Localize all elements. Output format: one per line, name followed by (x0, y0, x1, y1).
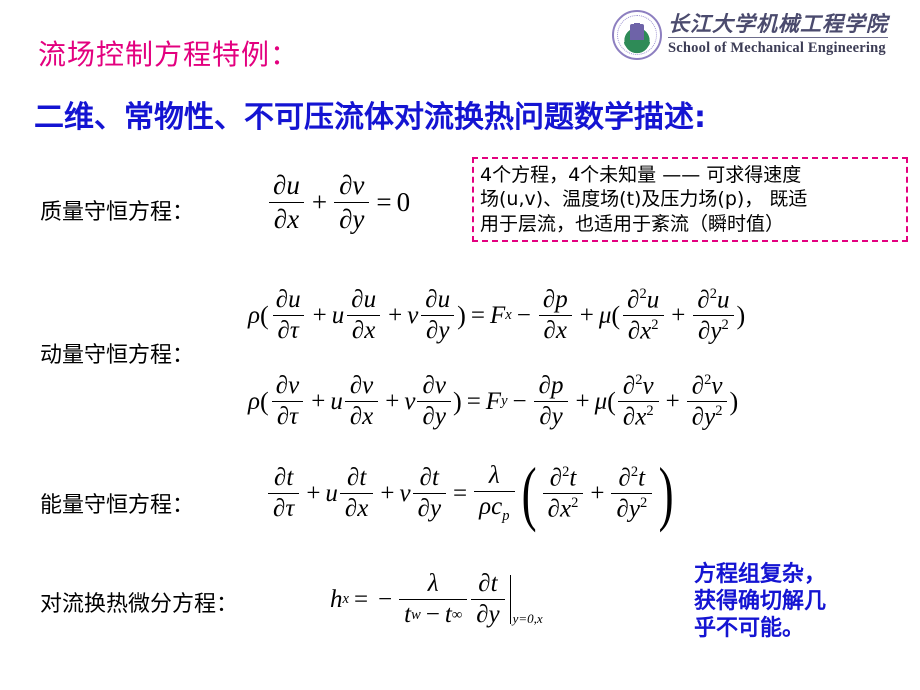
note-line-1: 4个方程，4个未知量 —— 可求得速度 (480, 164, 802, 186)
partial-u-partial-x: ∂u ∂x (268, 170, 305, 235)
seal-ring-decoration (617, 15, 657, 55)
conclusion-line-3: 乎不可能。 (694, 615, 805, 641)
university-seal-icon (612, 10, 662, 60)
x-momentum-equation: ρ ( ∂u ∂τ + u ∂u ∂x + v ∂u ∂y ) = F x − … (248, 286, 745, 346)
partial-v-partial-x: ∂v ∂x (344, 372, 379, 431)
zero-value: 0 (396, 187, 411, 217)
mu-symbol: μ (594, 387, 608, 415)
minus-operator: − (516, 301, 531, 329)
label-momentum-conservation: 动量守恒方程： (40, 343, 195, 368)
close-paren: ) (457, 300, 466, 330)
note-line-2: 场(u,v)、温度场(t)及压力场(p)， 既适 (480, 188, 808, 211)
equals-operator: = (453, 479, 468, 507)
partial-v-partial-y: ∂v ∂y (417, 372, 451, 431)
plus-operator-1: + (312, 301, 327, 329)
open-paren-2: ( (611, 300, 621, 330)
partial-t-partial-y: ∂t ∂y (471, 570, 505, 629)
second-partial-t-x: ∂2t ∂x2 (542, 464, 584, 524)
equals-operator: = (376, 187, 392, 217)
plus-operator: + (311, 187, 328, 217)
second-partial-v-x: ∂2v ∂x2 (617, 372, 659, 432)
institution-name-block: 长江大学机械工程学院 School of Mechanical Engineer… (668, 14, 888, 56)
continuity-equation: ∂u ∂x + ∂v ∂y = 0 (266, 170, 410, 235)
second-partial-u-x: ∂2u ∂x2 (622, 286, 664, 346)
u-coefficient: u (325, 479, 338, 507)
u-coefficient: u (331, 301, 345, 329)
evaluation-subscript: y=0,x (512, 611, 543, 626)
rho-symbol: ρ (248, 301, 260, 329)
partial-u-partial-x: ∂u ∂x (346, 286, 381, 345)
conclusion-line-1: 方程组复杂， (694, 562, 827, 587)
close-big-paren: ) (658, 452, 674, 534)
rho-symbol: ρ (248, 387, 260, 415)
plus-operator-4: + (665, 387, 680, 415)
partial-t-partial-tau: ∂t ∂τ (268, 464, 300, 523)
institution-name-cn: 长江大学机械工程学院 (668, 12, 888, 39)
evaluation-bar (509, 575, 511, 624)
institution-logo: 长江大学机械工程学院 School of Mechanical Engineer… (612, 10, 888, 60)
v-coefficient: v (407, 301, 419, 329)
y-momentum-equation: ρ ( ∂v ∂τ + u ∂v ∂x + v ∂v ∂y ) = F y − … (248, 372, 738, 432)
energy-equation: ∂t ∂τ + u ∂t ∂x + v ∂t ∂y = λ ρcp ( ∂2t … (266, 452, 678, 534)
slide-title-secondary: 二维、常物性、不可压流体对流换热问题数学描述: (34, 100, 706, 135)
close-paren-2: ) (736, 300, 746, 330)
minus-operator: − (512, 387, 527, 415)
partial-v-partial-y: ∂v ∂y (334, 170, 370, 235)
open-paren: ( (260, 300, 269, 330)
open-paren: ( (260, 386, 269, 416)
close-paren-2: ) (729, 386, 739, 416)
body-force-y: F y (485, 387, 508, 415)
local-heat-transfer-coefficient: h x (330, 585, 349, 613)
plus-operator-2: + (385, 387, 400, 415)
plus-operator-3: + (590, 479, 605, 507)
conclusion-line-2: 获得确切解几 (694, 588, 827, 614)
open-big-paren: ( (521, 452, 537, 534)
note-line-3: 用于层流，也适用于紊流（瞬时值） (480, 212, 785, 235)
plus-operator-2: + (388, 301, 403, 329)
partial-t-partial-y: ∂t ∂y (412, 464, 447, 523)
equals-operator: = (466, 387, 481, 415)
second-partial-v-y: ∂2v ∂y2 (686, 372, 728, 432)
label-mass-conservation: 质量守恒方程： (40, 200, 195, 225)
v-coefficient: v (404, 387, 416, 415)
partial-v-partial-tau: ∂v ∂τ (271, 372, 304, 431)
partial-u-partial-y: ∂u ∂y (420, 286, 455, 345)
plus-operator-4: + (671, 301, 686, 329)
label-convective-heat-transfer: 对流换热微分方程： (40, 592, 239, 617)
conclusion-note: 方程组复杂， 获得确切解几 乎不可能。 (694, 562, 826, 642)
plus-operator-1: + (311, 387, 326, 415)
equals-operator: = (353, 585, 369, 613)
convective-heat-transfer-equation: h x = − λ tw − t ∞ ∂t ∂y y=0,x (330, 570, 543, 629)
plus-operator-1: + (306, 479, 321, 507)
explanation-note-box: 4个方程，4个未知量 —— 可求得速度 场(u,v)、温度场(t)及压力场(p)… (472, 157, 908, 242)
u-coefficient: u (330, 387, 343, 415)
body-force-x: F x (490, 301, 512, 329)
label-energy-conservation: 能量守恒方程： (40, 493, 195, 518)
second-partial-t-y: ∂2t ∂y2 (611, 464, 653, 524)
partial-p-partial-y: ∂p ∂y (534, 372, 569, 431)
lambda-over-temperature-difference: λ tw − t ∞ (399, 570, 468, 629)
partial-p-partial-x: ∂p ∂x (538, 286, 573, 345)
open-paren-2: ( (607, 386, 616, 416)
lambda-over-rho-cp: λ ρcp (474, 462, 515, 525)
institution-name-en: School of Mechanical Engineering (668, 40, 886, 57)
slide-canvas: 长江大学机械工程学院 School of Mechanical Engineer… (0, 0, 920, 690)
v-coefficient: v (399, 479, 411, 507)
second-partial-u-y: ∂2u ∂y2 (692, 286, 734, 346)
plus-operator-3: + (575, 387, 590, 415)
close-paren: ) (452, 386, 462, 416)
plus-operator-2: + (380, 479, 395, 507)
slide-title-primary: 流场控制方程特例： (38, 38, 300, 71)
partial-t-partial-x: ∂t ∂x (339, 464, 374, 523)
minus-operator: − (378, 585, 393, 613)
equals-operator: = (470, 301, 486, 329)
plus-operator-3: + (579, 301, 594, 329)
mu-symbol: μ (598, 301, 612, 329)
partial-u-partial-tau: ∂u ∂τ (271, 286, 306, 345)
